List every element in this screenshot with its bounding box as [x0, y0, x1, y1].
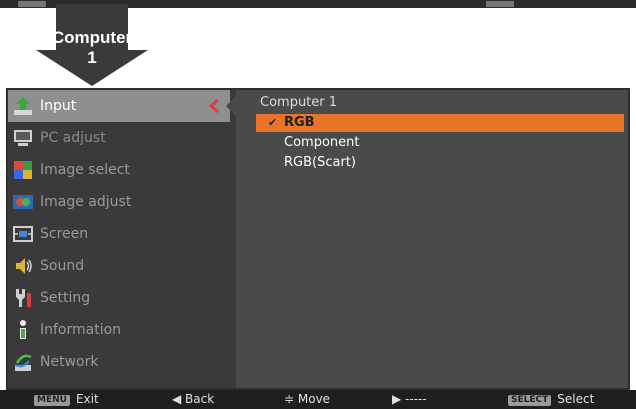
sidebar-item-screen[interactable]: Screen — [8, 218, 230, 250]
sidebar-item-label: Image select — [40, 162, 130, 178]
sidebar-item-label: Input — [40, 98, 77, 114]
submenu-panel: Computer 1 ✔ RGB Component RGB(Scart) — [226, 90, 628, 388]
menu-key-icon: MENU — [34, 395, 70, 406]
sidebar-item-label: Image adjust — [40, 194, 132, 210]
exit-hint[interactable]: MENU Exit — [34, 390, 99, 409]
select-label: Select — [557, 392, 595, 406]
checkmark-icon: ✔ — [268, 116, 278, 129]
sidebar-item-label: Sound — [40, 258, 85, 274]
image-select-icon — [14, 161, 32, 179]
footer-hints: MENU Exit ◀ Back ≑ Move ▶ ----- SELECT Sel… — [0, 390, 636, 409]
image-adjust-icon — [13, 195, 33, 209]
wrench-icon — [16, 289, 31, 307]
select-key-icon: SELECT — [508, 395, 552, 406]
top-strip-mark — [486, 1, 514, 7]
submenu-title: Computer 1 — [260, 95, 338, 110]
option-rgb[interactable]: ✔ RGB — [256, 114, 624, 132]
network-icon — [14, 354, 32, 371]
move-hint[interactable]: ≑ Move — [284, 390, 330, 409]
speaker-icon — [16, 258, 32, 274]
chevron-left-icon — [208, 98, 219, 114]
sidebar-item-information[interactable]: Information — [8, 314, 230, 346]
sidebar-item-input[interactable]: Input — [8, 90, 230, 122]
sidebar-menu: Input PC adjust Image select Image adjus… — [8, 90, 230, 388]
sidebar-item-label: Setting — [40, 290, 91, 306]
info-icon — [20, 320, 26, 339]
sidebar-item-image-adjust[interactable]: Image adjust — [8, 186, 230, 218]
sidebar-item-label: Information — [40, 322, 122, 338]
next-hint[interactable]: ▶ ----- — [392, 390, 427, 409]
callout-label: Computer 1 — [51, 28, 133, 67]
back-hint[interactable]: ◀ Back — [172, 390, 214, 409]
option-component[interactable]: Component — [256, 134, 624, 152]
sidebar-item-label: Screen — [40, 226, 89, 242]
input-icon — [14, 97, 32, 115]
sidebar-item-pc-adjust[interactable]: PC adjust — [8, 122, 230, 154]
option-label: RGB(Scart) — [284, 155, 356, 170]
sidebar-item-setting[interactable]: Setting — [8, 282, 230, 314]
monitor-icon — [14, 130, 32, 146]
screen-icon — [13, 226, 33, 242]
panel-pointer — [226, 96, 236, 116]
sidebar-item-sound[interactable]: Sound — [8, 250, 230, 282]
sidebar-item-image-select[interactable]: Image select — [8, 154, 230, 186]
option-label: Component — [284, 135, 360, 150]
sidebar-item-network[interactable]: Network — [8, 346, 230, 378]
sidebar-item-label: PC adjust — [40, 130, 106, 146]
select-hint[interactable]: SELECT Select — [508, 390, 594, 409]
sidebar-item-label: Network — [40, 354, 99, 370]
exit-label: Exit — [75, 392, 99, 406]
option-label: RGB — [284, 115, 315, 130]
option-rgb-scart[interactable]: RGB(Scart) — [256, 154, 624, 172]
